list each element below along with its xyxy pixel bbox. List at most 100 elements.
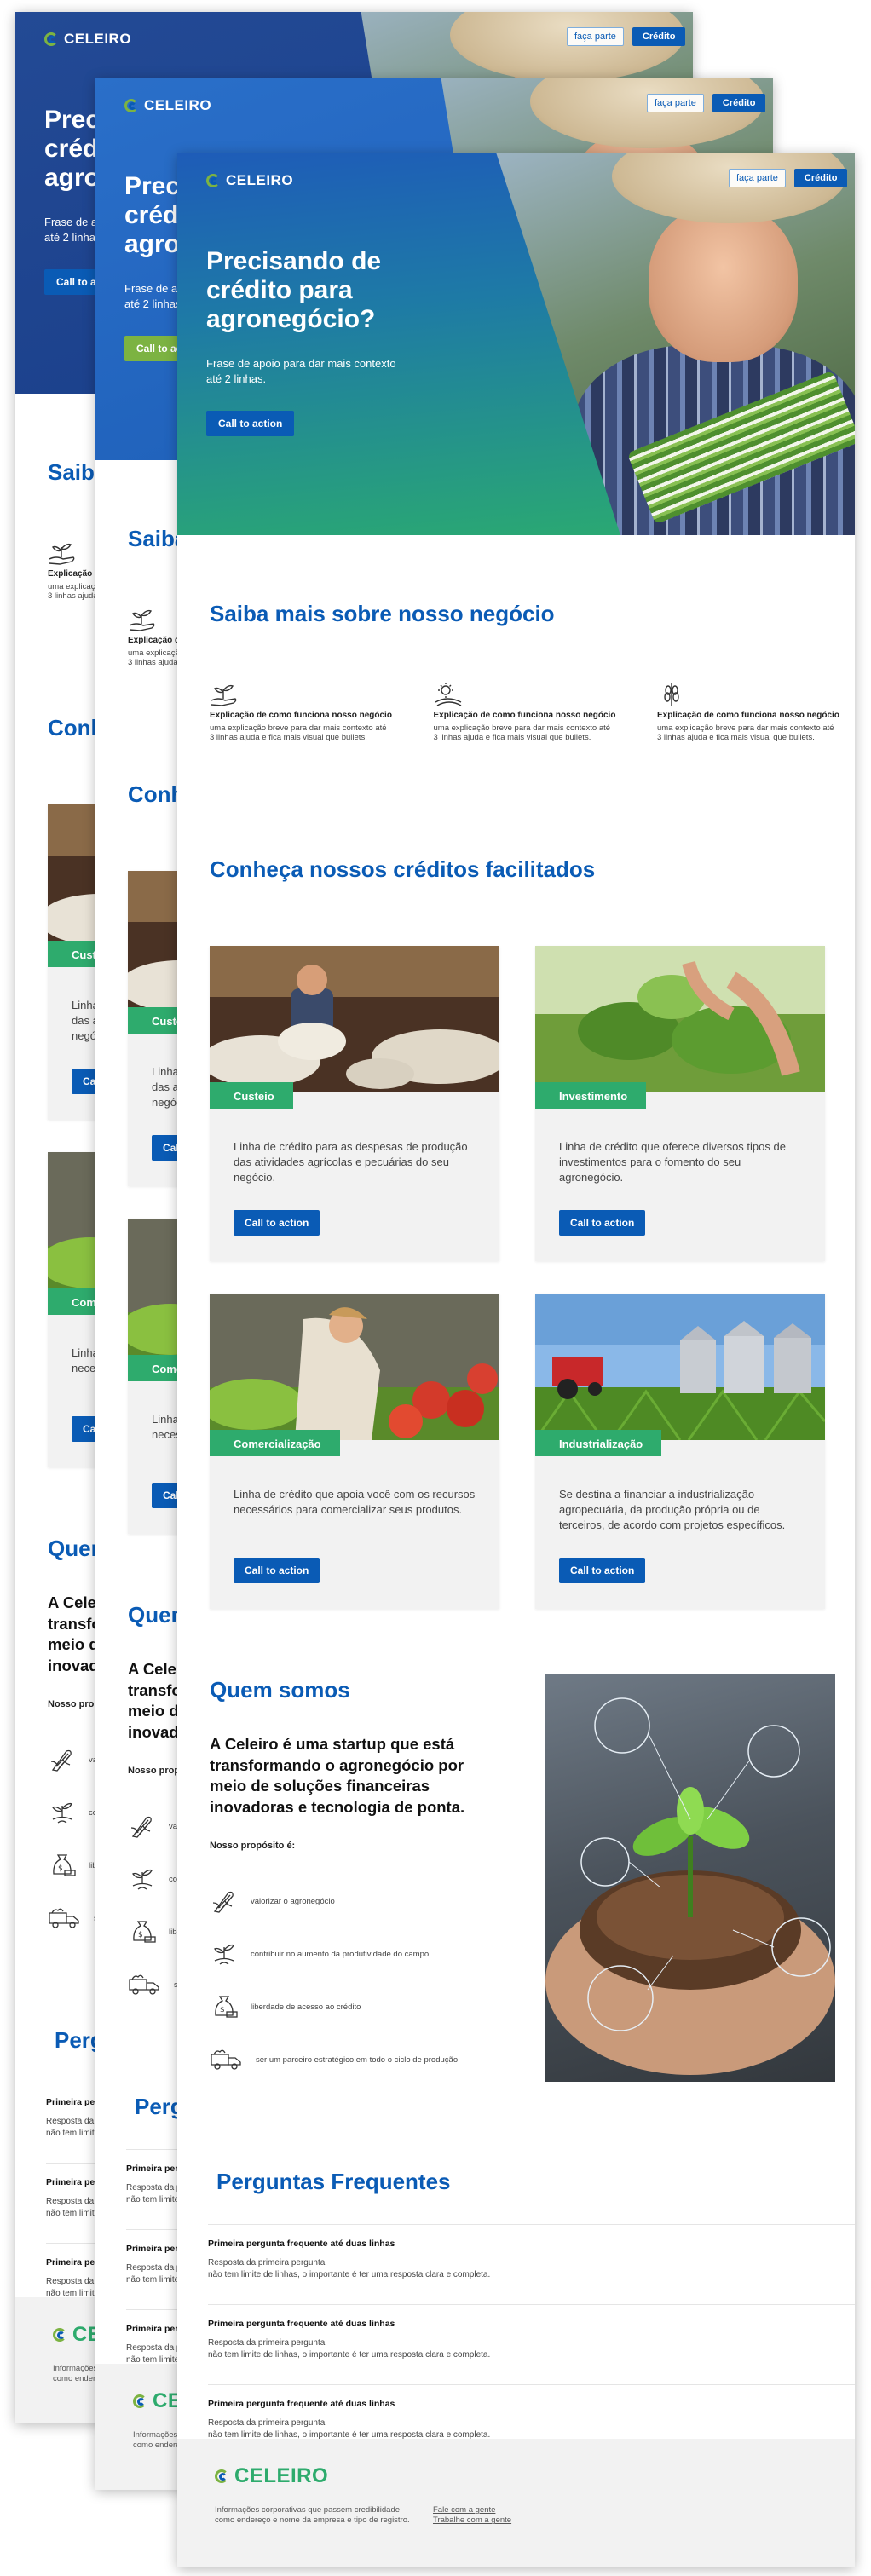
who-title: Quem somos [210, 1677, 350, 1703]
brand-name: CELEIRO [64, 31, 132, 47]
about-business-title: Saiba mais sobre nosso negócio [210, 601, 555, 626]
credit-card: Investimento Linha de crédito que oferece… [535, 946, 825, 1261]
faq-item[interactable]: Primeira pergunta frequente até duas lin… [208, 2224, 855, 2304]
footer-brand-name: CELEIRO [234, 2464, 329, 2487]
faq-item[interactable]: Primeira pergunta frequente até duas lin… [208, 2304, 855, 2384]
corn-icon [210, 1887, 239, 1916]
page-variant-3: CELEIRO faça parte Crédito Precisando de… [177, 153, 855, 2567]
credit-image [535, 946, 825, 1092]
credit-button[interactable]: Crédito [712, 94, 766, 112]
feature-text: uma explicação breve para dar mais conte… [433, 723, 611, 743]
credit-cta-button[interactable]: Call to action [559, 1210, 646, 1236]
credit-cta-button[interactable]: Call to action [559, 1558, 646, 1583]
credit-description: Se destina a financiar a industrializaçã… [559, 1488, 786, 1531]
credit-card: Custeio Linha de crédito para as despesas… [210, 946, 499, 1261]
credit-description: Linha de crédito que oferece diversos ti… [559, 1140, 786, 1184]
header-actions: faça parte Crédito [729, 169, 848, 187]
faq-question[interactable]: Primeira pergunta frequente até duas lin… [208, 2239, 855, 2249]
credit-tag: Comercialização [210, 1430, 340, 1456]
purpose-text: valorizar o agronegócio [251, 1896, 335, 1906]
join-button[interactable]: faça parte [647, 94, 704, 112]
truck-icon [128, 1971, 162, 1999]
feature-text: uma explicação breve para dar mais conte… [657, 723, 834, 743]
feature-text: uma explicação breve para dar mais conte… [210, 723, 387, 743]
header-actions: faça parte Crédito [567, 27, 686, 46]
credit-tag: Industrialização [535, 1430, 662, 1456]
credit-image [210, 946, 499, 1092]
feature-item: Explicação de como funciona nosso negóci… [657, 682, 840, 743]
contact-link[interactable]: Fale com a gente [433, 2505, 511, 2515]
sprout-hand-icon [210, 682, 393, 707]
join-button[interactable]: faça parte [729, 169, 786, 187]
credit-image [210, 1294, 499, 1440]
faq-question[interactable]: Primeira pergunta frequente até duas lin… [208, 2319, 855, 2329]
money-sack-icon: $ [48, 1852, 77, 1880]
join-button[interactable]: faça parte [567, 27, 624, 46]
purpose-text: ser um parceiro estratégico em todo o ci… [256, 2054, 459, 2065]
brand-name: CELEIRO [226, 172, 294, 188]
credit-tag: Custeio [210, 1082, 293, 1109]
credit-cta-button[interactable]: Call to action [234, 1210, 320, 1236]
credit-image [535, 1294, 825, 1440]
hero-title: Precisando de crédito para agronegócio? [206, 247, 382, 333]
money-sack-icon: $ [210, 1993, 239, 2021]
brand-logo[interactable]: CELEIRO [206, 172, 293, 189]
plant-growth-icon [48, 1799, 77, 1827]
footer-logo[interactable]: CELEIRO [215, 2464, 328, 2488]
credit-button[interactable]: Crédito [632, 27, 686, 46]
celeiro-logo-icon [215, 2469, 232, 2483]
celeiro-logo-icon [206, 174, 223, 187]
wheat-icon [657, 682, 840, 707]
hero-subtitle: Frase de apoio para dar mais contexto at… [206, 357, 396, 385]
celeiro-logo-icon [53, 2328, 70, 2342]
sun-field-icon [434, 682, 617, 707]
credit-description: Linha de crédito para as despesas de pro… [234, 1140, 468, 1184]
feature-item: Explicação de como funciona nosso negóci… [434, 682, 617, 743]
brand-logo[interactable]: CELEIRO [124, 97, 211, 114]
careers-link[interactable]: Trabalhe com a gente [433, 2515, 511, 2526]
faq-answer: Resposta da primeira perguntanão tem lim… [208, 2258, 491, 2279]
faq-question[interactable]: Primeira pergunta frequente até duas lin… [208, 2399, 855, 2409]
credit-description: Linha de crédito que apoia você com os r… [234, 1488, 476, 1516]
footer: CELEIRO Informações corporativas que pas… [177, 2439, 855, 2567]
corn-icon [128, 1812, 157, 1841]
purpose-item: valorizar o agronegócio [210, 1875, 508, 1928]
celeiro-logo-icon [133, 2394, 150, 2408]
hero-section: CELEIRO faça parte Crédito Precisando de… [177, 153, 855, 535]
credit-card: Industrialização Se destina a financiar a… [535, 1294, 825, 1609]
celeiro-logo-icon [124, 99, 141, 112]
truck-icon [48, 1905, 82, 1933]
purpose-item: ser um parceiro estratégico em todo o ci… [210, 2033, 508, 2086]
credits-grid: Custeio Linha de crédito para as despesas… [210, 946, 825, 1609]
credit-tag: Investimento [535, 1082, 647, 1109]
purpose-list: valorizar o agronegócio contribuir no aum… [210, 1875, 508, 2086]
credit-cta-button[interactable]: Call to action [234, 1558, 320, 1583]
purpose-item: contribuir no aumento da produtividade d… [210, 1928, 508, 1980]
celeiro-logo-icon [44, 32, 61, 46]
svg-text:$: $ [58, 1864, 63, 1873]
plant-growth-icon [128, 1865, 157, 1893]
truck-icon [210, 2046, 244, 2074]
who-lead: A Celeiro é uma startup que está transfo… [210, 1735, 465, 1816]
brand-logo[interactable]: CELEIRO [44, 31, 131, 48]
plant-growth-icon [210, 1940, 239, 1968]
faq-list: Primeira pergunta frequente até duas lin… [208, 2224, 855, 2464]
feature-item: Explicação de como funciona nosso negóci… [210, 682, 393, 743]
feature-title: Explicação de como funciona nosso negóci… [210, 711, 392, 720]
purpose-text: liberdade de acesso ao crédito [251, 2002, 361, 2012]
features-row: Explicação de como funciona nosso negóci… [210, 682, 840, 743]
credit-button[interactable]: Crédito [793, 169, 848, 187]
svg-text:$: $ [220, 2006, 225, 2014]
credit-card: Comercialização Linha de crédito que apoi… [210, 1294, 499, 1609]
feature-title: Explicação de como funciona nosso negóci… [433, 711, 616, 720]
feature-title: Explicação de como funciona nosso negóci… [657, 711, 839, 720]
faq-answer: Resposta da primeira perguntanão tem lim… [208, 2338, 491, 2360]
header-actions: faça parte Crédito [647, 94, 766, 112]
faq-answer: Resposta da primeira perguntanão tem lim… [208, 2418, 491, 2440]
hero-cta-button[interactable]: Call to action [206, 411, 295, 436]
purpose-item: $ liberdade de acesso ao crédito [210, 1980, 508, 2033]
svg-text:$: $ [138, 1931, 143, 1939]
money-sack-icon: $ [128, 1918, 157, 1946]
purpose-text: contribuir no aumento da produtividade d… [251, 1949, 430, 1959]
hands-sprout-image [545, 1674, 835, 2082]
